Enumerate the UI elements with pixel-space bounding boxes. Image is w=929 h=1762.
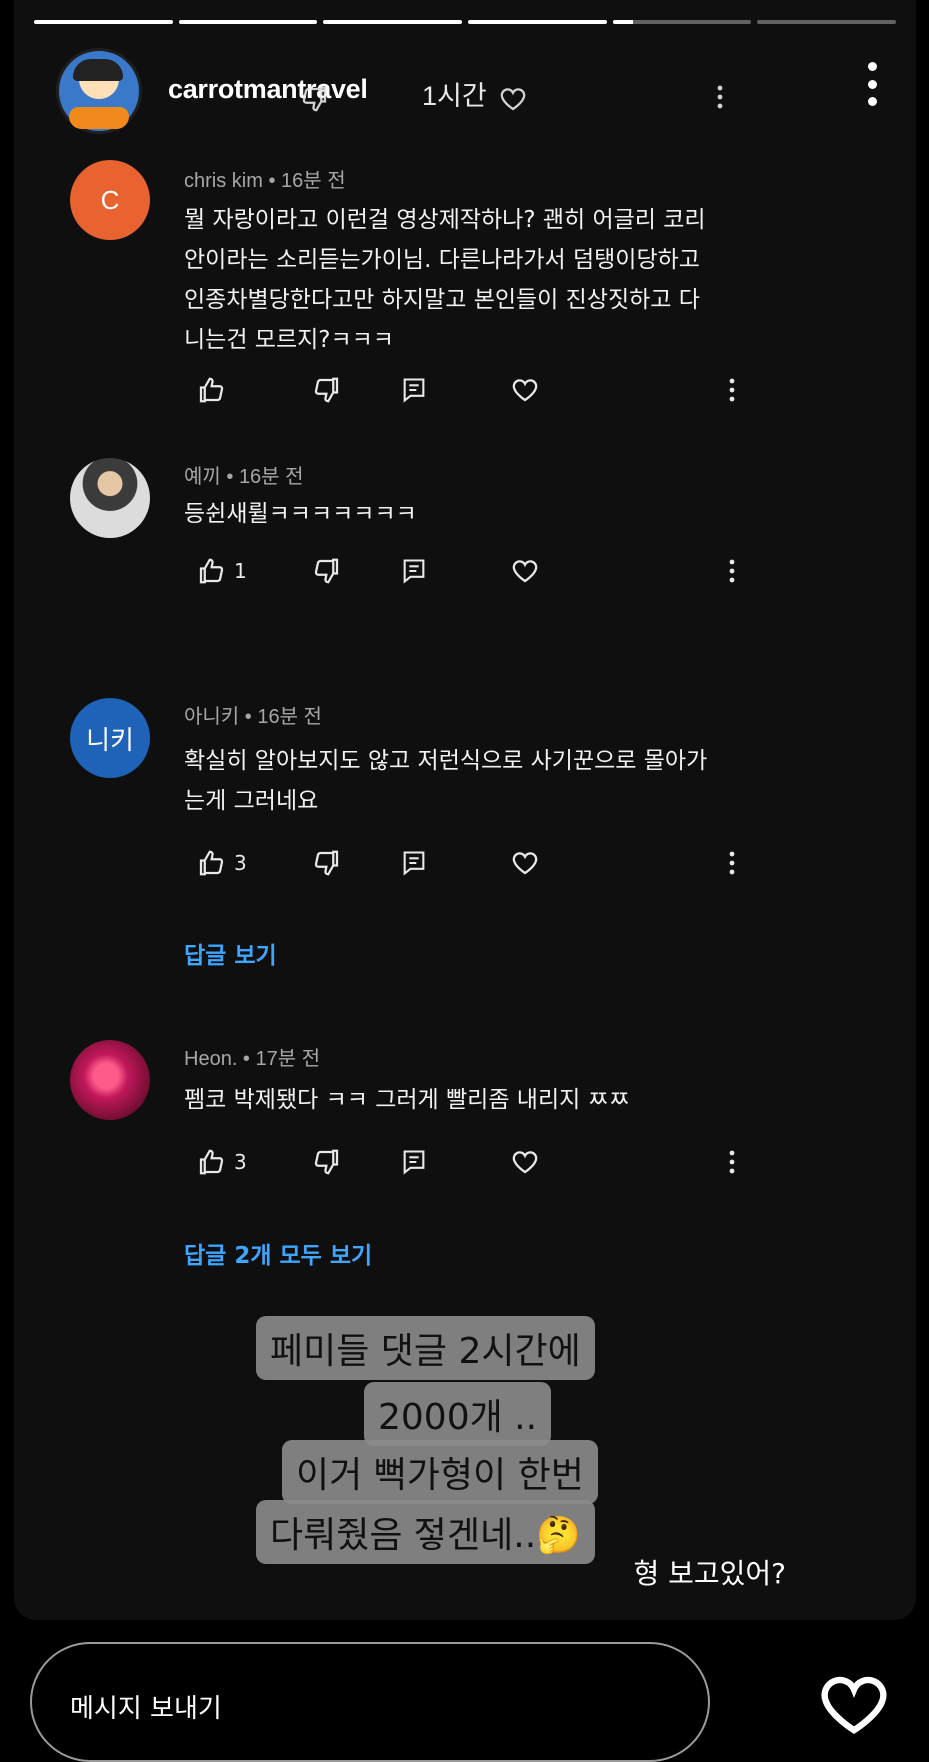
reply-icon — [403, 1150, 425, 1175]
reply-icon — [403, 378, 425, 403]
comment-actions — [184, 375, 744, 415]
comment-author[interactable]: chris kim — [184, 170, 263, 192]
avatar[interactable]: 니키 — [70, 698, 150, 778]
avatar-initial: C — [100, 184, 120, 215]
progress-segment — [178, 20, 318, 24]
comment-meta: chris kim • 16분 전 — [184, 170, 346, 192]
avatar-initial: 니키 — [86, 724, 134, 755]
story-caption: 형 보고있어? — [633, 1557, 786, 1590]
reply-icon — [403, 559, 425, 584]
heart-icon[interactable] — [498, 84, 528, 118]
comment-meta: Heon. • 17분 전 — [184, 1048, 321, 1070]
more-icon[interactable] — [728, 377, 736, 403]
comment-line: 뭘 자랑이라고 이런걸 영상제작하나? 괜히 어글리 코리 — [184, 207, 706, 233]
like-story-button[interactable] — [818, 1672, 890, 1740]
message-placeholder: 메시지 보내기 — [70, 1694, 222, 1724]
more-icon[interactable] — [728, 1149, 736, 1175]
reply-button[interactable] — [400, 1147, 428, 1177]
progress-segment — [612, 20, 752, 24]
avatar[interactable]: C — [70, 160, 150, 240]
heart-icon — [512, 379, 538, 402]
view-replies-link[interactable]: 답글 2개 모두 보기 — [184, 1236, 372, 1270]
story-progress-bar — [34, 20, 897, 24]
like-button[interactable]: 1 — [196, 556, 247, 586]
progress-segment — [468, 20, 607, 24]
avatar[interactable] — [70, 1040, 150, 1120]
heart-button[interactable] — [510, 556, 540, 586]
like-button[interactable] — [196, 375, 234, 405]
thumbs-down-icon — [314, 1149, 339, 1175]
comment-author[interactable]: Heon. — [184, 1048, 237, 1070]
comment-line: 등쉰새륄ㅋㅋㅋㅋㅋㅋㅋ — [184, 501, 417, 527]
thumbs-up-icon — [199, 558, 224, 584]
comment-actions: 1 — [184, 556, 744, 596]
more-icon[interactable] — [716, 84, 724, 114]
reply-button[interactable] — [400, 848, 428, 878]
comment-author[interactable]: 예끼 — [184, 466, 221, 488]
comment-text: 펨코 박제됐다 ㅋㅋ 그러게 빨리좀 내리지 ㅉㅉ — [184, 1080, 764, 1120]
heart-icon — [512, 852, 538, 875]
avatar[interactable] — [70, 458, 150, 538]
thumbs-down-icon — [314, 850, 339, 876]
like-count: 3 — [234, 851, 247, 875]
comment-actions: 3 — [184, 848, 744, 888]
thumbs-up-icon — [199, 1149, 224, 1175]
heart-button[interactable] — [510, 375, 540, 405]
comment-line: 니는건 모르지?ㅋㅋㅋ — [184, 327, 394, 353]
thumbs-down-icon — [314, 377, 339, 403]
thumbs-up-icon — [199, 850, 224, 876]
heart-icon — [821, 1676, 887, 1734]
comment-meta: 예끼 • 16분 전 — [184, 466, 304, 488]
comment-time: 16분 전 — [257, 706, 322, 728]
comment-text: 뭘 자랑이라고 이런걸 영상제작하나? 괜히 어글리 코리 안이라는 소리듣는가… — [184, 200, 764, 360]
reply-button[interactable] — [400, 556, 428, 586]
like-button[interactable]: 3 — [196, 1147, 247, 1177]
story-text-sticker: 다뤄줬음 젛겐네..🤔 — [256, 1500, 595, 1564]
progress-segment — [323, 20, 463, 24]
comment-time: 17분 전 — [255, 1048, 321, 1070]
dislike-icon[interactable] — [300, 84, 330, 118]
dislike-button[interactable] — [312, 375, 342, 405]
reply-icon — [403, 851, 425, 876]
dislike-button[interactable] — [312, 1147, 342, 1177]
story-text-sticker: 이거 뻑가형이 한번 — [282, 1440, 598, 1504]
comment-text: 등쉰새륄ㅋㅋㅋㅋㅋㅋㅋ — [184, 494, 764, 534]
view-replies-link[interactable]: 답글 보기 — [184, 936, 277, 970]
comment-meta: 아니키 • 16분 전 — [184, 706, 322, 728]
comment-line: 는게 그러네요 — [184, 788, 319, 814]
dislike-button[interactable] — [312, 556, 342, 586]
reply-button[interactable] — [400, 375, 428, 405]
progress-segment — [757, 20, 897, 24]
dislike-button[interactable] — [312, 848, 342, 878]
comment-time: 16분 전 — [281, 170, 346, 192]
thumbs-up-icon — [199, 377, 224, 403]
comment-actions: 3 — [184, 1147, 744, 1187]
like-button[interactable]: 3 — [196, 848, 247, 878]
progress-segment — [34, 20, 173, 24]
story-text-sticker: 페미들 댓글 2시간에 — [256, 1316, 595, 1380]
comment-line: 안이라는 소리듣는가이님. 다른나라가서 덤탱이당하고 — [184, 247, 700, 273]
heart-button[interactable] — [510, 848, 540, 878]
comment-time: 16분 전 — [238, 466, 304, 488]
more-icon[interactable] — [728, 558, 736, 584]
like-count: 3 — [234, 1150, 247, 1174]
comment-line: 확실히 알아보지도 않고 저런식으로 사기꾼으로 몰아가 — [184, 748, 708, 774]
comment-line: 펨코 박제됐다 ㅋㅋ 그러게 빨리좀 내리지 ㅉㅉ — [184, 1087, 630, 1113]
thumbs-down-icon — [314, 558, 339, 584]
heart-button[interactable] — [510, 1147, 540, 1177]
story-text-sticker: 2000개 .. — [364, 1382, 552, 1446]
comment-text: 확실히 알아보지도 않고 저런식으로 사기꾼으로 몰아가 는게 그러네요 — [184, 741, 764, 821]
like-count: 1 — [234, 559, 247, 583]
heart-icon — [512, 560, 538, 583]
comment-line: 인종차별당한다고만 하지말고 본인들이 진상짓하고 다 — [184, 287, 700, 313]
more-icon[interactable] — [728, 850, 736, 876]
story-frame: carrotmantravel 1시간 C chris kim • 16분 전 … — [14, 0, 916, 1620]
message-input[interactable]: 메시지 보내기 — [30, 1642, 710, 1762]
comment-actions — [14, 84, 916, 124]
comment-author[interactable]: 아니키 — [184, 706, 239, 728]
heart-icon — [512, 1151, 538, 1174]
